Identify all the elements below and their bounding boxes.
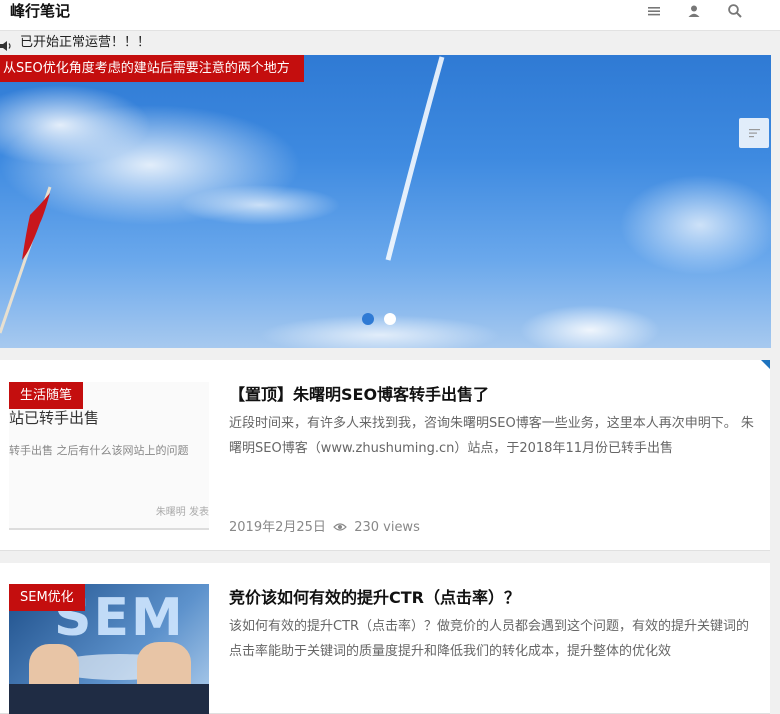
list-icon — [749, 129, 760, 138]
category-badge[interactable]: SEM优化 — [9, 584, 85, 611]
article-excerpt: 近段时间来，有许多人来找到我，咨询朱曙明SEO博客一些业务，这里本人再次申明下。… — [229, 416, 754, 456]
article-date: 2019年2月25日 — [229, 520, 326, 535]
article-card: SEM SEM优化 竞价该如何有效的提升CTR（点击率）？ 该如何有效的提升CT… — [0, 563, 770, 714]
thumbnail-text: 站已转手出售 — [9, 409, 100, 427]
article-views: 230 views — [354, 520, 420, 535]
article-card: 站已转手出售 转手出售 之后有什么该网站上的问题 朱曙明 发表 生活随笔 【置顶… — [0, 360, 770, 551]
hero-slider[interactable]: 从SEO优化角度考虑的建站后需要注意的两个地方 — [0, 55, 771, 348]
article-title[interactable]: 【置顶】朱曙明SEO博客转手出售了 — [229, 381, 489, 405]
search-icon[interactable] — [727, 3, 743, 19]
article-thumbnail[interactable]: SEM SEM优化 — [9, 584, 209, 714]
article-thumbnail[interactable]: 站已转手出售 转手出售 之后有什么该网站上的问题 朱曙明 发表 生活随笔 — [9, 382, 209, 530]
slide-caption[interactable]: 从SEO优化角度考虑的建站后需要注意的两个地方 — [0, 55, 304, 82]
site-logo[interactable]: 峰行笔记 — [10, 1, 70, 21]
thumbnail-text: 转手出售 之后有什么该网站上的问题 — [9, 444, 189, 457]
article-excerpt: 该如何有效的提升CTR（点击率）？做竞价的人员都会遇到这个问题，有效的提升关键词… — [229, 619, 750, 659]
notice-bar: 已开始正常运营！！！ — [0, 31, 780, 55]
notice-text: 已开始正常运营！！！ — [20, 35, 151, 50]
slide-list-button[interactable] — [739, 118, 769, 148]
slide-image — [0, 56, 771, 348]
site-header: 峰行笔记 — [0, 0, 780, 31]
menu-icon[interactable] — [646, 3, 662, 19]
sticky-corner-marker — [761, 360, 770, 369]
category-badge[interactable]: 生活随笔 — [9, 382, 84, 409]
slider-dot[interactable] — [362, 313, 374, 325]
slider-dot[interactable] — [384, 313, 396, 325]
article-meta: 2019年2月25日 230 views — [229, 516, 420, 537]
thumbnail-text: 朱曙明 发表 — [155, 507, 209, 518]
eye-icon — [333, 521, 347, 537]
user-icon[interactable] — [686, 3, 702, 19]
article-title[interactable]: 竞价该如何有效的提升CTR（点击率）？ — [229, 584, 520, 608]
